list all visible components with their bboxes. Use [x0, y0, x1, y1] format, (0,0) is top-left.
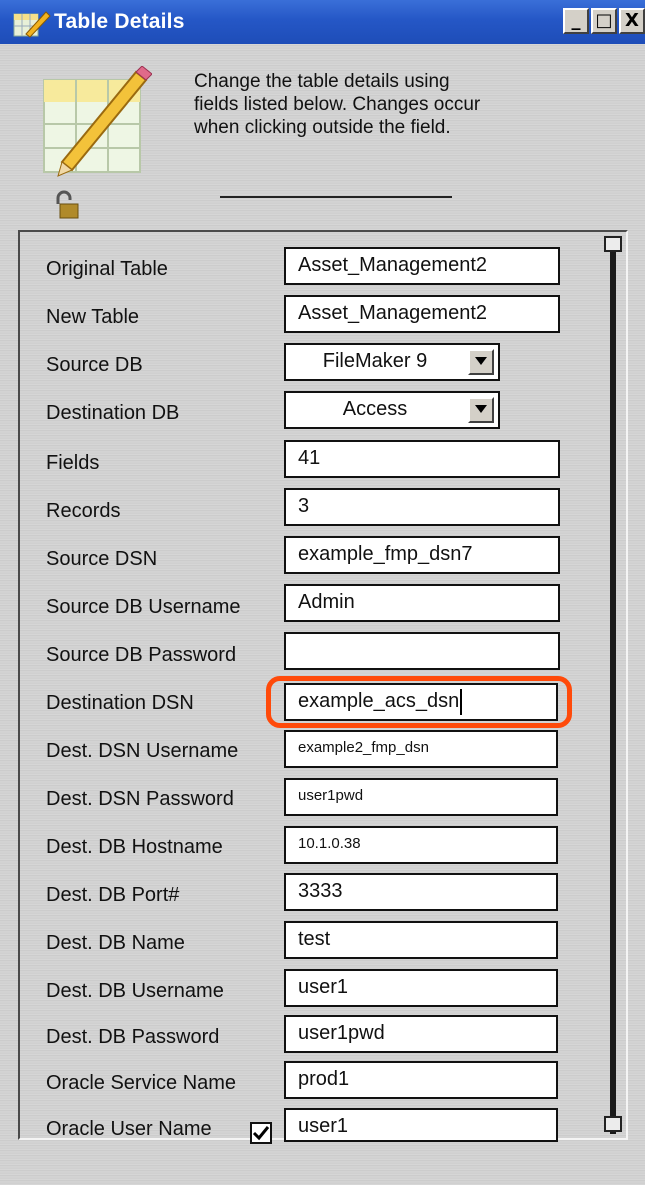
label-source-db-password: Source DB Password [46, 644, 237, 666]
label-dest-dsn-password: Dest. DSN Password [46, 788, 234, 810]
scrollbar-track[interactable] [610, 236, 616, 1134]
label-oracle-user-name: Oracle User Name [46, 1118, 212, 1140]
original-table-field[interactable]: Asset_Management2 [284, 247, 560, 285]
checkmark-icon [252, 1126, 270, 1141]
label-source-dsn: Source DSN [46, 548, 158, 570]
label-records: Records [46, 500, 121, 522]
source-db-select[interactable]: FileMaker 9 [284, 343, 500, 381]
label-dest-db-password: Dest. DB Password [46, 1026, 220, 1048]
label-dest-db-name: Dest. DB Name [46, 932, 185, 954]
chevron-down-icon [475, 405, 487, 413]
destination-db-select[interactable]: Access [284, 391, 500, 429]
oracle-service-name-field[interactable]: prod1 [284, 1061, 558, 1099]
chevron-down-icon [475, 357, 487, 365]
dest-db-hostname-field[interactable]: 10.1.0.38 [284, 826, 558, 864]
source-db-value: FileMaker 9 [322, 350, 428, 372]
close-button[interactable]: X [619, 8, 645, 34]
source-db-password-field[interactable] [284, 632, 560, 670]
destination-db-value: Access [342, 398, 408, 420]
vertical-scrollbar[interactable] [602, 236, 624, 1134]
dest-db-port-field[interactable]: 3333 [284, 873, 558, 911]
label-dest-dsn-username: Dest. DSN Username [46, 740, 239, 762]
label-original-table: Original Table [46, 258, 168, 280]
label-new-table: New Table [46, 306, 140, 328]
highlight-annotation [266, 676, 572, 728]
app-icon [13, 11, 51, 38]
destination-db-dropdown-button[interactable] [468, 397, 494, 423]
label-oracle-service-name: Oracle Service Name [46, 1072, 237, 1094]
label-source-db-username: Source DB Username [46, 596, 241, 618]
dest-db-name-field[interactable]: test [284, 921, 558, 959]
oracle-user-name-field[interactable]: user1 [284, 1108, 558, 1142]
dest-dsn-password-field[interactable]: user1pwd [284, 778, 558, 816]
table-details-window: Table Details _ □ X Change the table det… [0, 0, 645, 1185]
oracle-user-name-checkbox[interactable] [250, 1122, 272, 1144]
label-fields: Fields [46, 452, 100, 474]
scroll-up-button[interactable] [604, 236, 622, 252]
label-destination-dsn: Destination DSN [46, 692, 194, 714]
label-dest-db-port: Dest. DB Port# [46, 884, 180, 906]
label-dest-db-username: Dest. DB Username [46, 980, 224, 1002]
unlocked-padlock-icon[interactable] [54, 190, 82, 220]
label-dest-db-hostname: Dest. DB Hostname [46, 836, 223, 858]
table-edit-icon [43, 66, 152, 177]
dest-db-password-field[interactable]: user1pwd [284, 1015, 558, 1053]
window-title: Table Details [54, 10, 185, 33]
maximize-button[interactable]: □ [591, 8, 617, 34]
source-db-username-field[interactable]: Admin [284, 584, 560, 622]
records-field[interactable]: 3 [284, 488, 560, 526]
new-table-field[interactable]: Asset_Management2 [284, 295, 560, 333]
label-destination-db: Destination DB [46, 402, 180, 424]
title-bar[interactable]: Table Details _ □ X [0, 0, 645, 44]
minimize-button[interactable]: _ [563, 8, 589, 34]
description-text: Change the table details using fields li… [194, 71, 481, 138]
source-dsn-field[interactable]: example_fmp_dsn7 [284, 536, 560, 574]
dest-db-username-field[interactable]: user1 [284, 969, 558, 1007]
fields-count-field[interactable]: 41 [284, 440, 560, 478]
label-source-db: Source DB [46, 354, 143, 376]
divider [220, 196, 452, 198]
dest-dsn-username-field[interactable]: example2_fmp_dsn [284, 730, 558, 768]
source-db-dropdown-button[interactable] [468, 349, 494, 375]
scroll-down-button[interactable] [604, 1116, 622, 1132]
